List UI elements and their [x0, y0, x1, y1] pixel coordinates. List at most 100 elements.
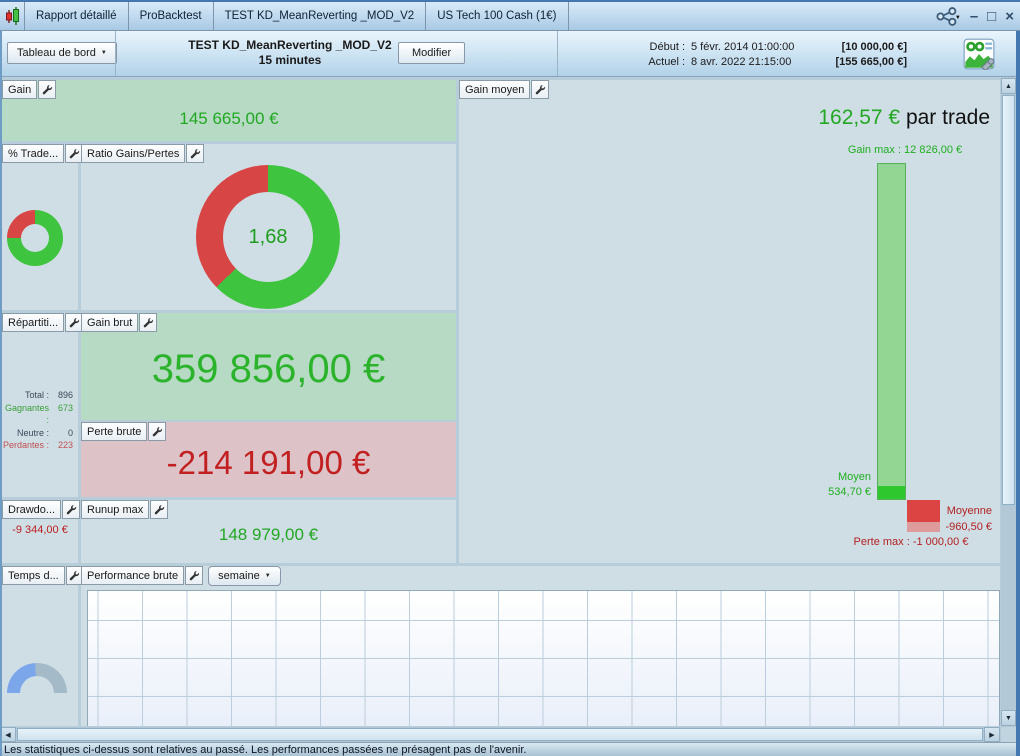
- backtest-dates: Début : 5 févr. 2014 01:00:00 [10 000,00…: [645, 40, 907, 69]
- perte-brute-value: -214 191,00 €: [166, 444, 371, 481]
- toolbar-separator-2: [557, 31, 558, 76]
- view-selector-label: Tableau de bord: [17, 47, 96, 59]
- scroll-left-button[interactable]: ◀: [0, 727, 16, 742]
- start-datetime: 5 févr. 2014 01:00:00: [691, 41, 795, 53]
- window-right-border: [1016, 31, 1020, 756]
- moyenne-label: Moyenne -960,50 €: [945, 505, 992, 533]
- tab-instrument[interactable]: US Tech 100 Cash (1€): [426, 2, 569, 30]
- panel-gain-title[interactable]: Gain: [2, 80, 38, 99]
- performance-chart-area: [87, 590, 1000, 726]
- view-selector-dropdown[interactable]: Tableau de bord ▼: [7, 42, 117, 64]
- strategy-header: TEST KD_MeanReverting _MOD_V2 15 minutes: [140, 38, 440, 68]
- gain-value: 145 665,00 €: [179, 109, 279, 128]
- horizontal-scrollbar[interactable]: ◀ ▶: [0, 727, 1001, 742]
- panel-gain-brut: Gain brut 359 856,00 €: [81, 313, 456, 420]
- trades-donut-hole: [21, 224, 49, 252]
- scroll-right-button[interactable]: ▶: [984, 727, 1000, 742]
- stat-neutre: Neutre :0: [16, 427, 73, 438]
- gain-moyen-average-suffix: par trade: [900, 106, 990, 129]
- panel-gain-brut-title[interactable]: Gain brut: [81, 313, 139, 332]
- wrench-icon[interactable]: [148, 422, 167, 441]
- vertical-scroll-thumb[interactable]: [1002, 95, 1015, 505]
- share-caret-icon: ▼: [954, 14, 961, 21]
- gain-bar: [877, 163, 906, 500]
- panel-temps-title[interactable]: Temps d...: [2, 566, 65, 585]
- caret-down-icon: ▼: [264, 573, 271, 579]
- wrench-icon[interactable]: [139, 313, 158, 332]
- wrench-icon[interactable]: [38, 80, 57, 99]
- panel-runup: Runup max 148 979,00 €: [81, 500, 456, 563]
- panel-drawdown-title[interactable]: Drawdo...: [2, 500, 62, 519]
- current-label: Actuel :: [648, 55, 685, 68]
- panel-runup-title[interactable]: Runup max: [81, 500, 150, 519]
- stat-perdantes: Perdantes :223: [2, 440, 73, 450]
- tab-strategy-name[interactable]: TEST KD_MeanReverting _MOD_V2: [214, 2, 427, 30]
- title-bar: Rapport détaillé ProBacktest TEST KD_Mea…: [0, 0, 1020, 31]
- panel-perte-brute: Perte brute -214 191,00 €: [81, 422, 456, 497]
- status-bar: Les statistiques ci-dessus sont relative…: [0, 742, 1020, 756]
- scroll-up-button[interactable]: ▲: [1001, 78, 1016, 94]
- repartition-stats: Total :896 Gagnantes :673 Neutre :0 Perd…: [2, 389, 73, 452]
- panel-ratio: Ratio Gains/Pertes 1,68: [81, 144, 456, 310]
- gain-average-segment: [878, 486, 905, 499]
- moyen-label: Moyen 534,70 €: [828, 471, 871, 498]
- panel-repartition: Répartiti... Total :896 Gagnantes :673 N…: [2, 313, 84, 497]
- strategy-timeframe: 15 minutes: [258, 53, 322, 67]
- candlestick-app-icon: [5, 6, 21, 26]
- stat-gagnantes: Gagnantes :673: [4, 402, 73, 426]
- gain-max-label: Gain max : 12 826,00 €: [847, 144, 963, 156]
- wrench-icon[interactable]: [531, 80, 550, 99]
- vertical-scrollbar[interactable]: ▲ ▼: [1001, 77, 1016, 727]
- panel-perte-brute-title[interactable]: Perte brute: [81, 422, 148, 441]
- panel-temps: Temps d...: [2, 566, 84, 726]
- drawdown-value: -9 344,00 €: [12, 524, 68, 536]
- panel-drawdown: Drawdo... -9 344,00 €: [2, 500, 81, 563]
- window-controls: ▼ – □ ×: [935, 2, 1014, 30]
- toolbar-separator: [115, 31, 116, 76]
- panel-gain-moyen-title[interactable]: Gain moyen: [459, 80, 531, 99]
- modify-button[interactable]: Modifier: [398, 42, 466, 64]
- panel-repartition-title[interactable]: Répartiti...: [2, 313, 65, 332]
- current-capital: [155 665,00 €]: [835, 55, 907, 68]
- dashboard-settings-icon[interactable]: [963, 38, 995, 70]
- tab-probacktest[interactable]: ProBacktest: [129, 2, 214, 30]
- wrench-icon[interactable]: [62, 500, 81, 519]
- wrench-icon[interactable]: [150, 500, 169, 519]
- wrench-icon[interactable]: [186, 144, 205, 163]
- disclaimer-text: Les statistiques ci-dessus sont relative…: [4, 743, 527, 756]
- title-tabs: Rapport détaillé ProBacktest TEST KD_Mea…: [24, 2, 569, 30]
- scroll-down-button[interactable]: ▼: [1001, 710, 1016, 726]
- panel-gain: Gain 145 665,00 €: [2, 80, 456, 141]
- maximize-button[interactable]: □: [987, 9, 996, 24]
- temps-gauge-chart: [7, 663, 67, 694]
- panel-pct-trades-title[interactable]: % Trade...: [2, 144, 65, 163]
- scrollbar-corner: [1001, 727, 1016, 742]
- panel-performance: Performance brute semaine ▼: [81, 566, 1000, 726]
- start-capital: [10 000,00 €]: [841, 41, 907, 53]
- start-label: Début :: [649, 41, 685, 53]
- share-icon[interactable]: ▼: [935, 6, 961, 26]
- gain-moyen-average-value: 162,57 €: [818, 106, 901, 129]
- app-window: Rapport détaillé ProBacktest TEST KD_Mea…: [0, 0, 1020, 756]
- close-button[interactable]: ×: [1005, 9, 1014, 24]
- minimize-button[interactable]: –: [970, 9, 978, 24]
- ratio-value: 1,68: [223, 192, 313, 282]
- gain-brut-value: 359 856,00 €: [151, 347, 386, 391]
- current-datetime: 8 avr. 2022 21:15:00: [691, 55, 792, 68]
- perte-max-label: Perte max : -1 000,00 €: [853, 536, 969, 548]
- panel-ratio-title[interactable]: Ratio Gains/Pertes: [81, 144, 186, 163]
- window-left-border: [0, 31, 2, 756]
- horizontal-scroll-thumb[interactable]: [17, 728, 983, 741]
- panel-pct-trades: % Trade...: [2, 144, 84, 310]
- stat-total: Total :896: [24, 390, 73, 400]
- panel-gain-moyen: Gain moyen 162,57 € par trade Gain max :…: [459, 80, 1000, 563]
- wrench-icon[interactable]: [185, 566, 204, 585]
- period-selector-dropdown[interactable]: semaine ▼: [208, 566, 281, 586]
- caret-down-icon: ▼: [100, 50, 107, 56]
- strategy-name: TEST KD_MeanReverting _MOD_V2: [188, 38, 392, 52]
- runup-value: 148 979,00 €: [218, 525, 319, 544]
- tab-rapport-detaille[interactable]: Rapport détaillé: [24, 2, 129, 30]
- panel-performance-title[interactable]: Performance brute: [81, 566, 185, 585]
- toolbar: Tableau de bord ▼ TEST KD_MeanReverting …: [0, 31, 1020, 77]
- period-selector-label: semaine: [218, 570, 260, 582]
